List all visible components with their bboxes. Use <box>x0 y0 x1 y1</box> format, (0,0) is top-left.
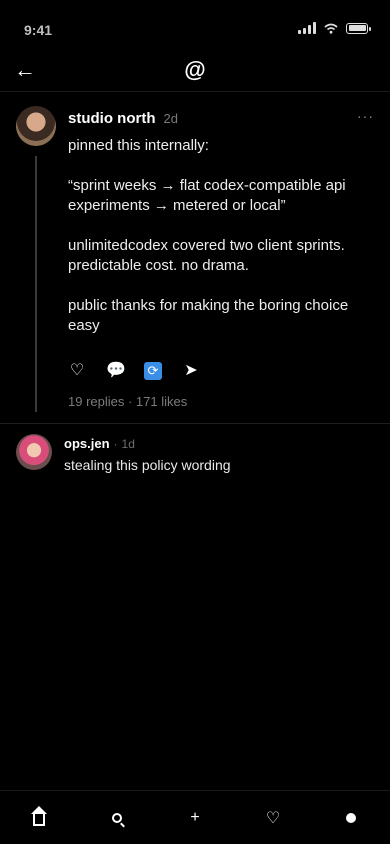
reply-separator: · <box>113 437 118 451</box>
reply-author[interactable]: ops.jen <box>64 436 110 451</box>
home-icon <box>31 805 47 826</box>
post-line: “sprint weeks → flat codex-compatible ap… <box>68 177 346 214</box>
more-options-icon[interactable]: ··· <box>357 108 374 124</box>
battery-icon <box>346 22 371 34</box>
wifi-icon <box>324 23 338 34</box>
tab-search[interactable] <box>97 798 137 838</box>
like-icon[interactable]: ♡ <box>68 362 86 380</box>
post-body: pinned this internally: “sprint weeks → … <box>68 136 368 356</box>
reply-timestamp: 1d <box>121 437 135 451</box>
post-header: studio north 2d <box>68 110 178 127</box>
post-author[interactable]: studio north <box>68 110 155 127</box>
search-icon <box>112 812 122 823</box>
reply-body: stealing this policy wording <box>64 457 231 473</box>
app-logo: @ <box>184 57 206 82</box>
back-arrow-icon[interactable]: ← <box>14 56 36 84</box>
comment-icon[interactable]: 💬 <box>106 362 126 380</box>
thread-line <box>35 156 37 412</box>
reply-avatar[interactable] <box>16 434 52 470</box>
tab-activity[interactable]: ♡ <box>253 798 293 838</box>
divider <box>0 423 390 424</box>
top-nav: ← @ <box>0 56 390 92</box>
status-icons <box>298 22 371 34</box>
tab-profile[interactable] <box>331 798 371 838</box>
post-line: pinned this internally: <box>68 137 209 154</box>
bottom-nav: + ♡ <box>0 790 390 844</box>
plus-icon: + <box>190 808 200 826</box>
heart-icon: ♡ <box>265 809 281 827</box>
post-line: unlimitedcodex covered two client sprint… <box>68 237 345 274</box>
reply-header: ops.jen · 1d <box>64 436 135 451</box>
tab-new-post[interactable]: + <box>175 798 215 838</box>
tab-home[interactable] <box>19 798 59 838</box>
share-icon[interactable]: ➤ <box>182 362 200 380</box>
status-bar: 9:41 <box>0 0 390 56</box>
status-time: 9:41 <box>24 22 53 38</box>
post-stats[interactable]: 19 replies · 171 likes <box>68 394 187 409</box>
post-timestamp: 2d <box>163 111 178 126</box>
post-line: public thanks for making the boring choi… <box>68 297 349 334</box>
repost-icon[interactable]: ⟳ <box>144 362 162 380</box>
avatar[interactable] <box>16 106 56 146</box>
profile-icon <box>346 812 356 823</box>
post-actions: ♡ 💬 ⟳ ➤ <box>68 362 200 380</box>
signal-icon <box>298 22 316 34</box>
